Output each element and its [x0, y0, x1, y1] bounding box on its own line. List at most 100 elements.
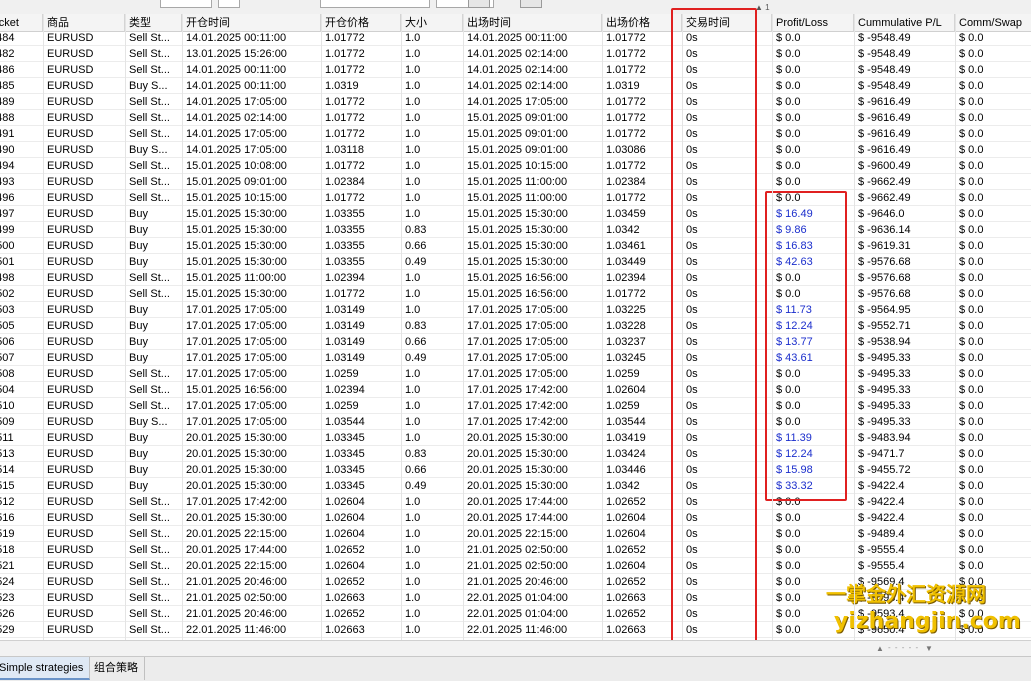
- toolbar-field-2[interactable]: [218, 0, 240, 8]
- table-row[interactable]: 0497 EURUSD Buy 15.01.2025 15:30:00 1.03355 1…: [0, 206, 1031, 222]
- cell-cum-pl: $ -9576.68: [858, 256, 911, 268]
- cell-size: 1.0: [405, 400, 421, 412]
- table-row[interactable]: 0518 EURUSD Sell St... 20.01.2025 17:44:00 1…: [0, 542, 1031, 558]
- cell-type: Buy S...: [129, 416, 168, 428]
- table-row[interactable]: 0505 EURUSD Buy 17.01.2025 17:05:00 1.03149 0…: [0, 318, 1031, 334]
- table-row[interactable]: 0515 EURUSD Buy 20.01.2025 15:30:00 1.03345 0…: [0, 478, 1031, 494]
- tab-simple-strategies[interactable]: Simple strategies: [0, 657, 91, 680]
- table-row[interactable]: 0506 EURUSD Buy 17.01.2025 17:05:00 1.03149 0…: [0, 334, 1031, 350]
- table-row[interactable]: 0499 EURUSD Buy 15.01.2025 15:30:00 1.03355 0…: [0, 222, 1031, 238]
- cell-trade-time: 0s: [686, 608, 698, 620]
- cell-ticket: 0500: [0, 240, 15, 252]
- table-row[interactable]: 0500 EURUSD Buy 15.01.2025 15:30:00 1.03355 0…: [0, 238, 1031, 254]
- cell-symbol: EURUSD: [47, 256, 94, 268]
- toolbar-button[interactable]: [468, 0, 490, 8]
- column-header-exit-time[interactable]: 出场时间: [463, 14, 602, 32]
- table-row[interactable]: 0503 EURUSD Buy 17.01.2025 17:05:00 1.03149 1…: [0, 302, 1031, 318]
- sort-indicator[interactable]: ▲ 1: [755, 3, 770, 12]
- column-header-open-price[interactable]: 开仓价格: [321, 14, 401, 32]
- cell-exit-price: 1.03461: [606, 240, 646, 252]
- cell-comm-swap: $ 0.0: [959, 480, 984, 492]
- cell-type: Sell St...: [129, 272, 170, 284]
- table-row[interactable]: 0493 EURUSD Sell St... 15.01.2025 09:01:00 1…: [0, 174, 1031, 190]
- toolbar-field-1[interactable]: [160, 0, 212, 8]
- cell-open-price: 1.01772: [325, 48, 365, 60]
- cell-symbol: EURUSD: [47, 560, 94, 572]
- cell-type: Sell St...: [129, 160, 170, 172]
- horizontal-scrollbar[interactable]: ▲ - - - - - ▼: [0, 640, 1031, 656]
- column-header-trade-time[interactable]: 交易时间: [682, 14, 772, 32]
- table-row[interactable]: 0491 EURUSD Sell St... 14.01.2025 17:05:00 1…: [0, 126, 1031, 142]
- cell-open-time: 20.01.2025 22:15:00: [186, 560, 287, 572]
- cell-type: Buy: [129, 208, 148, 220]
- toolbar-field-3[interactable]: [320, 0, 430, 8]
- cell-size: 0.83: [405, 448, 427, 460]
- table-row[interactable]: 0485 EURUSD Buy S... 14.01.2025 00:11:00 1.0…: [0, 78, 1031, 94]
- table-row[interactable]: 0484 EURUSD Sell St... 14.01.2025 00:11:00 1…: [0, 32, 1031, 46]
- cell-open-price: 1.02394: [325, 384, 365, 396]
- cell-exit-price: 1.03237: [606, 336, 646, 348]
- cell-symbol: EURUSD: [47, 544, 94, 556]
- table-row[interactable]: 0513 EURUSD Buy 20.01.2025 15:30:00 1.03345 0…: [0, 446, 1031, 462]
- cell-size: 0.83: [405, 320, 427, 332]
- table-row[interactable]: 0486 EURUSD Sell St... 14.01.2025 00:11:00 1…: [0, 62, 1031, 78]
- table-row[interactable]: 0516 EURUSD Sell St... 20.01.2025 15:30:00 1…: [0, 510, 1031, 526]
- cell-exit-price: 1.01772: [606, 112, 646, 124]
- column-header-ticket[interactable]: Ticket: [0, 14, 43, 32]
- column-header-exit-price[interactable]: 出场价格: [602, 14, 682, 32]
- table-row[interactable]: 0501 EURUSD Buy 15.01.2025 15:30:00 1.03355 0…: [0, 254, 1031, 270]
- cell-exit-time: 20.01.2025 22:15:00: [467, 528, 568, 540]
- cell-open-price: 1.02384: [325, 176, 365, 188]
- cell-comm-swap: $ 0.0: [959, 528, 984, 540]
- column-header-type[interactable]: 类型: [125, 14, 182, 32]
- table-row[interactable]: 0510 EURUSD Sell St... 17.01.2025 17:05:00 1…: [0, 398, 1031, 414]
- table-row[interactable]: 0521 EURUSD Sell St... 20.01.2025 22:15:00 1…: [0, 558, 1031, 574]
- cell-exit-time: 17.01.2025 17:05:00: [467, 368, 568, 380]
- toolbar-save-button[interactable]: [520, 0, 542, 8]
- table-row[interactable]: 0490 EURUSD Buy S... 14.01.2025 17:05:00 1.0…: [0, 142, 1031, 158]
- table-row[interactable]: 0482 EURUSD Sell St... 13.01.2025 15:26:00 1…: [0, 46, 1031, 62]
- column-header-cum-pl[interactable]: Cummulative P/L: [854, 14, 955, 32]
- table-row[interactable]: 0488 EURUSD Sell St... 14.01.2025 02:14:00 1…: [0, 110, 1031, 126]
- cell-symbol: EURUSD: [47, 480, 94, 492]
- cell-trade-time: 0s: [686, 256, 698, 268]
- table-row[interactable]: 0489 EURUSD Sell St... 14.01.2025 17:05:00 1…: [0, 94, 1031, 110]
- table-row[interactable]: 0514 EURUSD Buy 20.01.2025 15:30:00 1.03345 0…: [0, 462, 1031, 478]
- table-row[interactable]: 0494 EURUSD Sell St... 15.01.2025 10:08:00 1…: [0, 158, 1031, 174]
- cell-exit-price: 1.01772: [606, 64, 646, 76]
- column-header-size[interactable]: 大小: [401, 14, 463, 32]
- scroll-grip-icon[interactable]: - - - - -: [888, 643, 919, 652]
- table-row[interactable]: 0504 EURUSD Sell St... 15.01.2025 16:56:00 1…: [0, 382, 1031, 398]
- table-row[interactable]: 0511 EURUSD Buy 20.01.2025 15:30:00 1.03345 1…: [0, 430, 1031, 446]
- cell-symbol: EURUSD: [47, 144, 94, 156]
- cell-exit-price: 1.02652: [606, 608, 646, 620]
- column-header-open-time[interactable]: 开仓时间: [182, 14, 321, 32]
- cell-exit-price: 1.02604: [606, 560, 646, 572]
- cell-profit: $ 0.0: [776, 176, 801, 188]
- table-row[interactable]: 0519 EURUSD Sell St... 20.01.2025 22:15:00 1…: [0, 526, 1031, 542]
- cell-exit-time: 20.01.2025 15:30:00: [467, 480, 568, 492]
- table-row[interactable]: 0507 EURUSD Buy 17.01.2025 17:05:00 1.03149 0…: [0, 350, 1031, 366]
- tab-combined-strategies[interactable]: 组合策略: [88, 657, 145, 680]
- cell-exit-price: 1.01772: [606, 160, 646, 172]
- table-row[interactable]: 0509 EURUSD Buy S... 17.01.2025 17:05:00 1.0…: [0, 414, 1031, 430]
- column-header-profit[interactable]: Profit/Loss: [772, 14, 854, 32]
- scroll-down-arrow-icon[interactable]: ▼: [925, 644, 933, 653]
- cell-exit-time: 14.01.2025 02:14:00: [467, 64, 568, 76]
- cell-open-price: 1.01772: [325, 288, 365, 300]
- cell-size: 0.49: [405, 352, 427, 364]
- column-header-comm-swap[interactable]: Comm/Swap: [955, 14, 1031, 32]
- table-row[interactable]: 0512 EURUSD Sell St... 17.01.2025 17:42:00 1…: [0, 494, 1031, 510]
- table-row[interactable]: 0508 EURUSD Sell St... 17.01.2025 17:05:00 1…: [0, 366, 1031, 382]
- table-row[interactable]: 0498 EURUSD Sell St... 15.01.2025 11:00:00 1…: [0, 270, 1031, 286]
- table-row[interactable]: 0502 EURUSD Sell St... 15.01.2025 15:30:00 1…: [0, 286, 1031, 302]
- cell-trade-time: 0s: [686, 80, 698, 92]
- scroll-up-arrow-icon[interactable]: ▲: [876, 644, 884, 653]
- column-header-symbol[interactable]: 商品: [43, 14, 125, 32]
- table-row[interactable]: 0496 EURUSD Sell St... 15.01.2025 10:15:00 1…: [0, 190, 1031, 206]
- cell-size: 1.0: [405, 576, 421, 588]
- cell-size: 1.0: [405, 288, 421, 300]
- cell-open-time: 20.01.2025 15:30:00: [186, 512, 287, 524]
- cell-cum-pl: $ -9552.71: [858, 320, 911, 332]
- cell-type: Buy: [129, 224, 148, 236]
